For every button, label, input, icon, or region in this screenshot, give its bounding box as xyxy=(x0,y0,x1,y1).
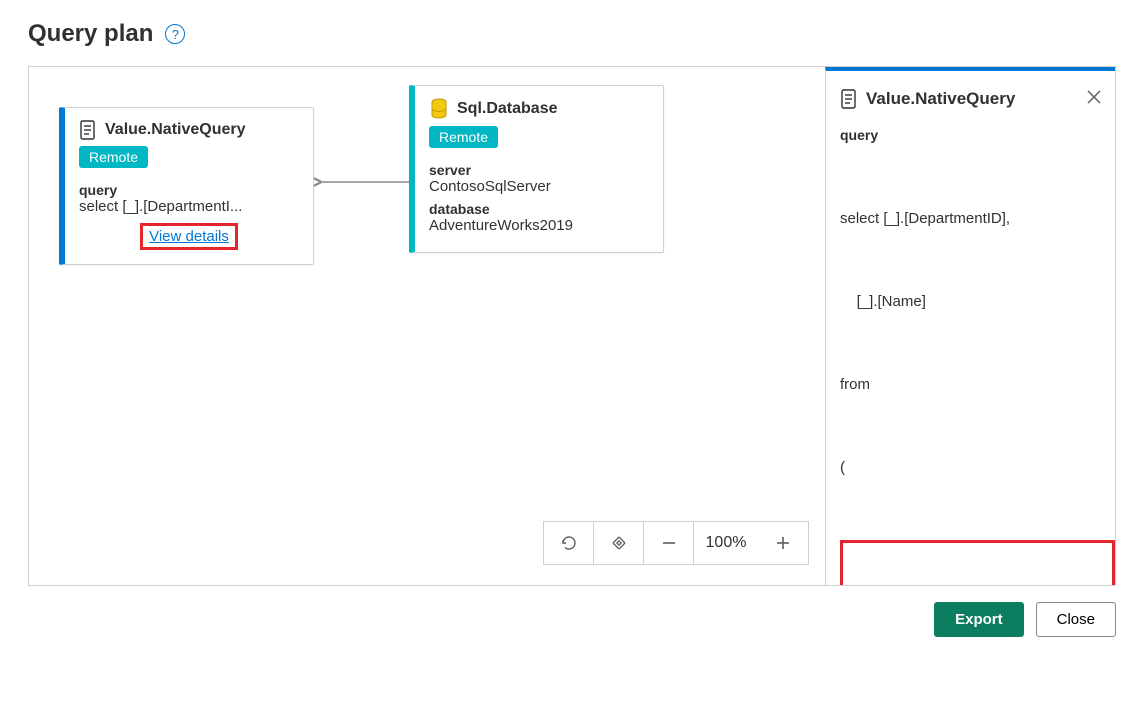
query-label: query xyxy=(79,182,299,198)
highlight-annotation: View details xyxy=(140,223,238,250)
remote-badge: Remote xyxy=(429,126,498,148)
node-sql-database[interactable]: Sql.Database Remote server ContosoSqlSer… xyxy=(409,85,664,253)
server-value: ContosoSqlServer xyxy=(429,178,649,195)
node-header: Value.NativeQuery xyxy=(65,108,313,146)
close-icon[interactable] xyxy=(1087,90,1101,109)
view-details-link[interactable]: View details xyxy=(149,228,229,245)
connector-arrow xyxy=(314,172,414,192)
details-panel-header: Value.NativeQuery xyxy=(840,89,1115,109)
script-icon xyxy=(79,120,97,140)
dialog-header: Query plan ? xyxy=(28,20,1116,48)
fit-view-button[interactable] xyxy=(594,522,644,564)
reset-view-button[interactable] xyxy=(544,522,594,564)
database-value: AdventureWorks2019 xyxy=(429,217,649,234)
help-icon[interactable]: ? xyxy=(165,24,185,44)
database-label: database xyxy=(429,201,649,217)
close-button[interactable]: Close xyxy=(1036,602,1116,637)
zoom-toolbar: 100% xyxy=(543,521,809,565)
node-body: Remote query select [_].[DepartmentI... … xyxy=(65,146,313,264)
node-value-nativequery[interactable]: Value.NativeQuery Remote query select [_… xyxy=(59,107,314,265)
details-title: Value.NativeQuery xyxy=(866,89,1015,109)
plus-icon xyxy=(774,534,792,552)
zoom-level: 100% xyxy=(694,534,758,552)
script-icon xyxy=(840,89,858,109)
query-full-text: select [_].[DepartmentID], [_].[Name] fr… xyxy=(840,149,1115,585)
node-body: Remote server ContosoSqlServer database … xyxy=(415,126,663,252)
dialog-footer: Export Close xyxy=(28,602,1116,637)
query-plan-canvas[interactable]: Value.NativeQuery Remote query select [_… xyxy=(29,67,825,585)
workspace: Value.NativeQuery Remote query select [_… xyxy=(28,66,1116,586)
database-icon xyxy=(429,98,449,120)
zoom-in-button[interactable] xyxy=(758,522,808,564)
zoom-out-button[interactable] xyxy=(644,522,694,564)
fit-icon xyxy=(609,533,629,553)
details-panel: Value.NativeQuery query select [_].[Depa… xyxy=(825,67,1115,585)
highlight-annotation-inner-query: SELECT DepartmentID, Name FROM HumanReso… xyxy=(840,540,1115,586)
details-query-label: query xyxy=(840,127,1115,143)
query-preview: select [_].[DepartmentI... xyxy=(79,198,299,215)
remote-badge: Remote xyxy=(79,146,148,168)
server-label: server xyxy=(429,162,649,178)
reset-icon xyxy=(560,534,578,552)
node-title: Sql.Database xyxy=(457,100,557,118)
export-button[interactable]: Export xyxy=(934,602,1024,637)
page-title: Query plan xyxy=(28,20,153,48)
node-header: Sql.Database xyxy=(415,86,663,126)
node-title: Value.NativeQuery xyxy=(105,121,246,139)
minus-icon xyxy=(660,534,678,552)
